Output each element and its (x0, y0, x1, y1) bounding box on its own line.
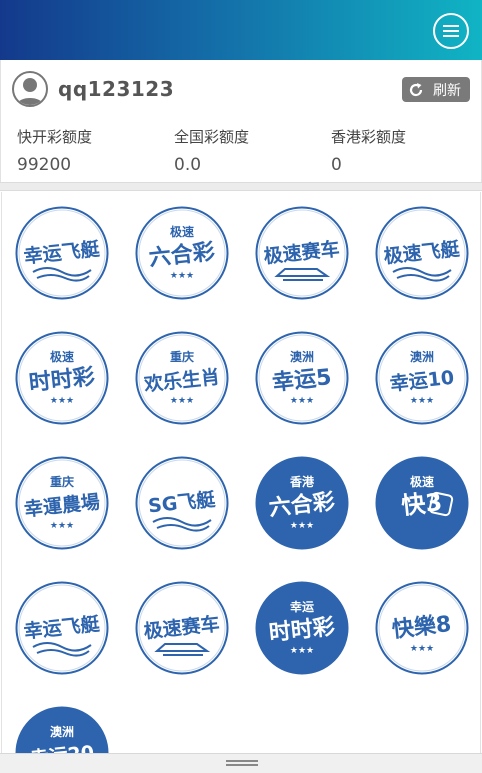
quota-title: 全国彩额度 (174, 128, 250, 146)
quota-xianggang: 香港彩额度 0 (331, 126, 406, 175)
quota-value: 99200 (17, 155, 72, 175)
game-top-label: 澳洲 (50, 724, 74, 739)
game-logo-icon: 重庆幸運農場★★★ (15, 456, 109, 550)
game-logo[interactable]: 极速 时时彩 ★★★ (15, 331, 109, 425)
game-grid: 幸运飞艇 极速 六合彩 ★★★ 极速赛车 极速飞艇 极速 时时彩 ★★★ 重庆 欢乐生肖 ★★★ 澳洲幸… (1, 192, 481, 753)
game-logo-icon: 快樂8★★★ (375, 581, 469, 675)
game-logo-icon: 极速飞艇 (375, 206, 469, 300)
stars-icon: ★★★ (50, 396, 74, 406)
game-top-label: 香港 (289, 474, 315, 489)
game-logo[interactable]: 澳洲幸运20 (15, 706, 109, 753)
game-logo-icon: 极速快3 (375, 456, 469, 550)
game-logo-icon: 极速六合彩★★★ (135, 206, 229, 300)
stars-icon: ★★★ (290, 521, 314, 531)
game-logo-icon: 澳洲幸运10★★★ (375, 331, 469, 425)
stars-icon: ★★★ (170, 271, 194, 281)
stars-icon: ★★★ (290, 646, 314, 656)
game-top-label: 重庆 (170, 349, 194, 364)
game-logo-icon: SG飞艇 (135, 456, 229, 550)
game-top-label: 澳洲 (410, 349, 434, 364)
menu-button[interactable] (433, 13, 469, 49)
stars-icon: ★★★ (410, 396, 434, 406)
stars-icon: ★★★ (290, 396, 314, 406)
game-logo[interactable]: 香港 六合彩 ★★★ (255, 456, 349, 550)
menu-icon (443, 25, 459, 37)
game-logo-icon: 极速时时彩★★★ (15, 331, 109, 425)
game-logo[interactable]: 极速飞艇 (375, 206, 469, 300)
bottom-bar (0, 753, 482, 773)
stars-icon: ★★★ (410, 644, 434, 654)
game-top-label: 澳洲 (290, 349, 314, 364)
game-logo-icon: 澳洲幸运5★★★ (255, 331, 349, 425)
game-logo[interactable]: SG飞艇 (135, 456, 229, 550)
game-top-label: 重庆 (50, 474, 74, 489)
stars-icon: ★★★ (170, 396, 194, 406)
game-logo-icon: 极速赛车 (135, 581, 229, 675)
game-logo-icon: 幸运飞艇 (15, 206, 109, 300)
game-logo[interactable]: 极速 六合彩 ★★★ (135, 206, 229, 300)
quota-title: 香港彩额度 (331, 128, 407, 146)
quota-value: 0 (331, 155, 342, 175)
game-logo-icon: 幸运飞艇 (15, 581, 109, 675)
refresh-button[interactable]: 刷新 (402, 77, 470, 102)
game-logo[interactable]: 极速赛车 (255, 206, 349, 300)
quota-panel: 快开彩额度 99200 全国彩额度 0.0 香港彩额度 0 (0, 120, 482, 182)
game-logo-icon: 香港六合彩★★★ (255, 456, 349, 550)
game-logo[interactable]: 幸运飞艇 (15, 206, 109, 300)
game-logo-icon: 澳洲幸运20 (15, 706, 109, 753)
game-logo[interactable]: 极速赛车 (135, 581, 229, 675)
game-top-label: 幸运 (290, 599, 314, 614)
game-logo-icon: 幸运时时彩★★★ (255, 581, 349, 675)
game-logo[interactable]: 幸运 时时彩 ★★★ (255, 581, 349, 675)
game-top-label: 极速 (50, 349, 74, 364)
quota-title: 快开彩额度 (17, 128, 93, 146)
game-logo[interactable]: 澳洲 幸运5 ★★★ (255, 331, 349, 425)
user-bar: qq123123 刷新 (0, 60, 482, 120)
divider (0, 182, 482, 191)
refresh-label: 刷新 (433, 82, 461, 99)
drag-handle-icon[interactable] (226, 760, 258, 766)
user-icon (16, 78, 44, 105)
stars-icon: ★★★ (50, 521, 74, 531)
top-header (0, 0, 482, 60)
game-logo[interactable]: 极速 快3 (375, 456, 469, 550)
game-top-label: 极速 (410, 474, 434, 489)
game-logo-icon: 重庆欢乐生肖★★★ (135, 331, 229, 425)
game-logo[interactable]: 幸运飞艇 (15, 581, 109, 675)
quota-value: 0.0 (174, 155, 202, 175)
avatar (12, 71, 48, 107)
refresh-icon (409, 82, 423, 96)
game-logo[interactable]: 重庆 幸運農場 ★★★ (15, 456, 109, 550)
quota-kuaikai: 快开彩额度 99200 (17, 126, 92, 175)
quota-quanguo: 全国彩额度 0.0 (174, 126, 249, 175)
username: qq123123 (58, 77, 175, 101)
game-logo-icon: 极速赛车 (255, 206, 349, 300)
game-logo[interactable]: 澳洲 幸运10 ★★★ (375, 331, 469, 425)
game-logo[interactable]: 重庆 欢乐生肖 ★★★ (135, 331, 229, 425)
game-top-label: 极速 (170, 224, 194, 239)
game-logo[interactable]: 快樂8 ★★★ (375, 581, 469, 675)
